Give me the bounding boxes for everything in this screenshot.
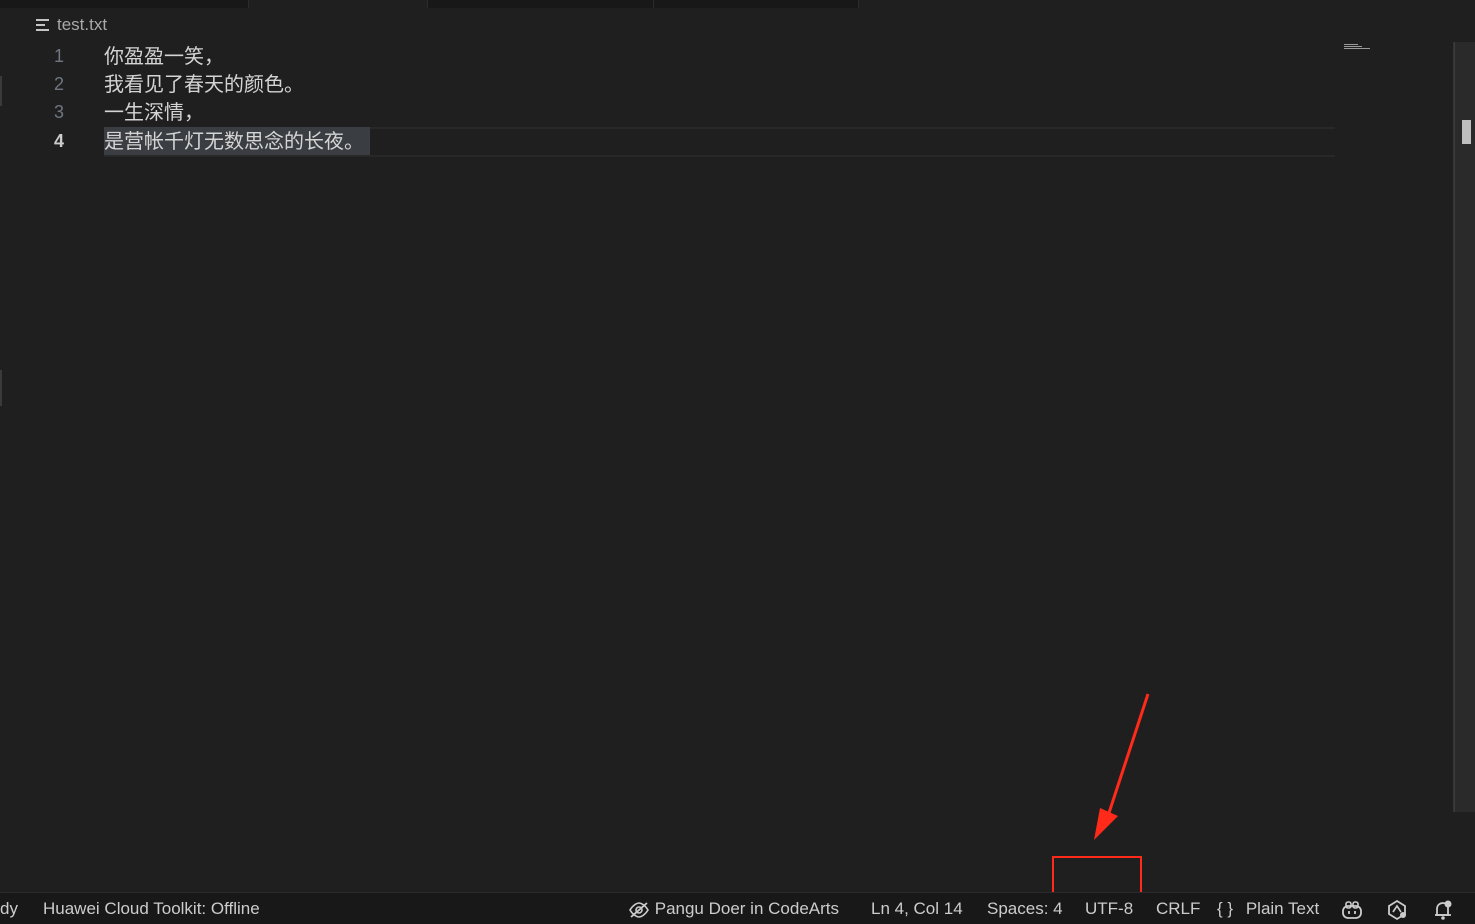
gutter-mark <box>0 370 2 406</box>
status-pangu-label: Pangu Doer in CodeArts <box>654 899 840 918</box>
status-cursor-position[interactable]: Ln 4, Col 14 <box>871 893 963 924</box>
line-number-current: 4 <box>53 131 64 151</box>
copilot-icon <box>1342 900 1362 919</box>
tab[interactable] <box>654 0 859 8</box>
minimap[interactable] <box>1344 44 1370 50</box>
status-encoding[interactable]: UTF-8 <box>1085 893 1133 924</box>
scrollbar-thumb[interactable] <box>1462 120 1471 144</box>
status-left-partial[interactable]: dy <box>0 893 18 924</box>
status-language[interactable]: { } Plain Text <box>1217 893 1319 924</box>
status-accounts[interactable] <box>1386 893 1408 924</box>
status-line-ending[interactable]: CRLF <box>1156 893 1200 924</box>
vertical-scrollbar[interactable] <box>1453 42 1475 812</box>
breadcrumb-file-name[interactable]: test.txt <box>57 15 107 35</box>
tab[interactable] <box>428 0 654 8</box>
braces-icon: { } <box>1217 899 1234 918</box>
bell-dot-icon <box>1435 900 1452 920</box>
status-copilot[interactable] <box>1341 893 1363 924</box>
line-text[interactable]: 一生深情， <box>104 98 204 126</box>
eye-off-icon <box>629 901 649 918</box>
vscode-window: test.txt 1 你盈盈一笑， 2 我看见了春天的颜色。 3 一生深情， 4… <box>0 0 1475 924</box>
line-number: 1 <box>53 46 64 66</box>
editor-line[interactable]: 3 一生深情， <box>0 98 1340 126</box>
status-bar: dy Huawei Cloud Toolkit: Offline Pangu D… <box>0 892 1475 924</box>
line-number: 3 <box>53 102 64 122</box>
breadcrumb: test.txt <box>36 14 107 36</box>
editor[interactable]: 1 你盈盈一笑， 2 我看见了春天的颜色。 3 一生深情， 4 是营帐千灯无数思… <box>0 40 1453 890</box>
line-text[interactable]: 你盈盈一笑， <box>104 42 224 70</box>
status-indentation[interactable]: Spaces: 4 <box>987 893 1063 924</box>
spark-icon <box>1388 899 1406 920</box>
status-pangu[interactable]: Pangu Doer in CodeArts <box>628 893 839 924</box>
status-toolkit[interactable]: Huawei Cloud Toolkit: Offline <box>43 893 260 924</box>
line-number: 2 <box>53 74 64 94</box>
editor-line-current[interactable]: 4 是营帐千灯无数思念的长夜。 <box>0 127 1340 157</box>
status-language-label: Plain Text <box>1245 899 1320 918</box>
editor-line[interactable]: 2 我看见了春天的颜色。 <box>0 70 1340 98</box>
tab-strip <box>0 0 1475 8</box>
status-notifications[interactable] <box>1433 893 1453 924</box>
editor-line[interactable]: 1 你盈盈一笑， <box>0 42 1340 70</box>
tab-active[interactable] <box>249 0 428 8</box>
line-text-selected[interactable]: 是营帐千灯无数思念的长夜。 <box>104 127 370 155</box>
line-text[interactable]: 我看见了春天的颜色。 <box>104 70 304 98</box>
annotation-arrow <box>1094 693 1150 840</box>
file-lines-icon <box>36 19 49 31</box>
tab[interactable] <box>0 0 249 8</box>
